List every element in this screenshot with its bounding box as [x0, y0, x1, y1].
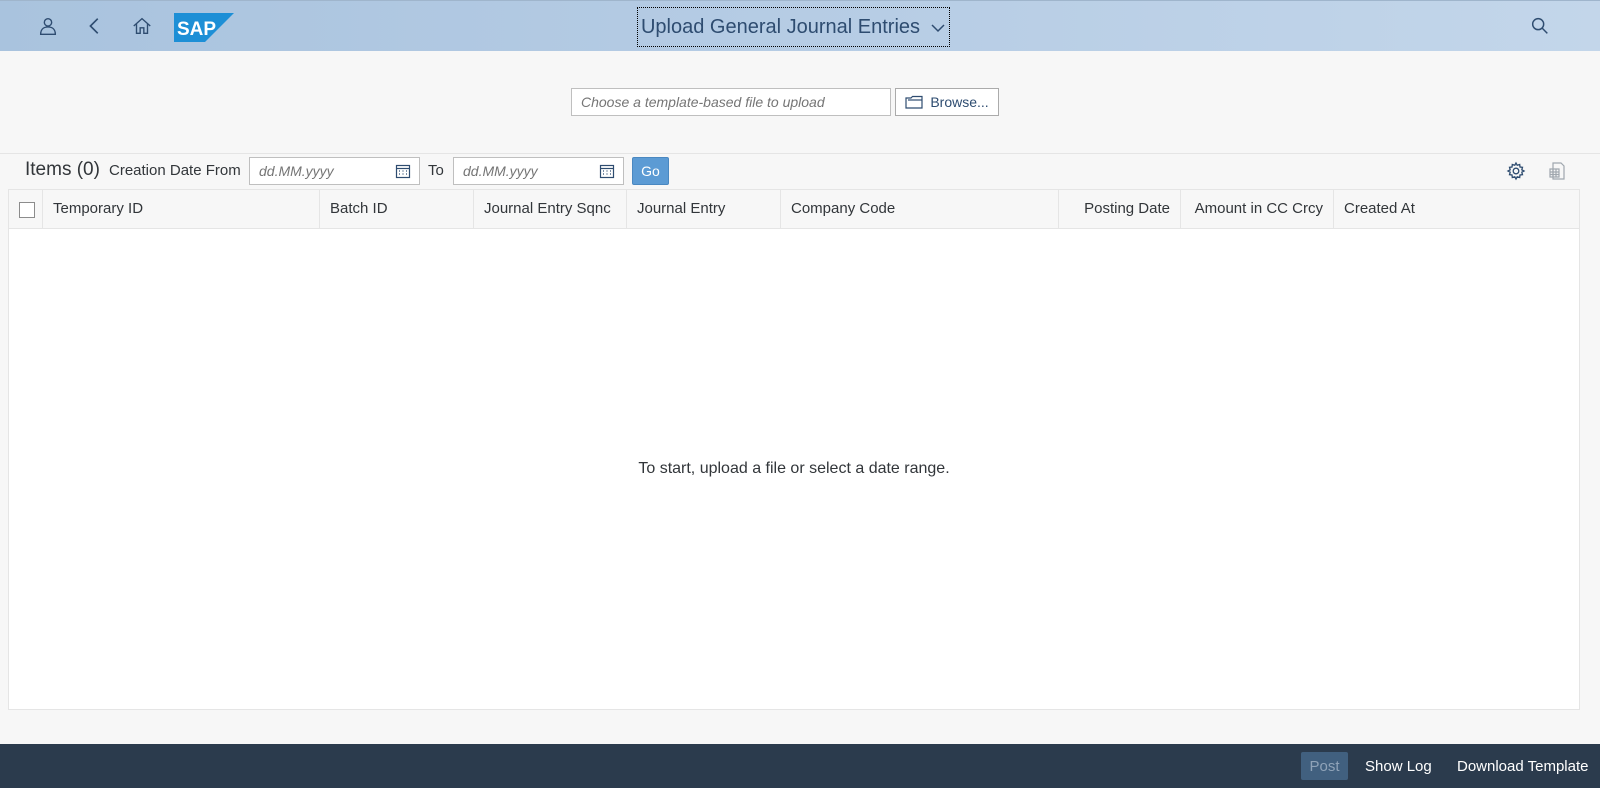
home-icon[interactable]: [126, 10, 158, 42]
column-header[interactable]: Posting Date: [1059, 190, 1181, 229]
folder-icon: [905, 95, 923, 109]
upload-area: Browse...: [0, 51, 1600, 154]
sap-logo-text: SAP: [177, 19, 216, 40]
calendar-icon[interactable]: [395, 163, 411, 179]
show-log-button[interactable]: Show Log: [1356, 752, 1441, 780]
column-header[interactable]: Batch ID: [320, 190, 474, 229]
column-header[interactable]: Journal Entry: [627, 190, 781, 229]
column-header[interactable]: Journal Entry Sqnc: [474, 190, 627, 229]
empty-table-message: To start, upload a file or select a date…: [638, 460, 950, 477]
creation-date-from-label: Creation Date From: [109, 162, 241, 179]
date-to-input[interactable]: [454, 158, 589, 184]
table-header: Temporary ID Batch ID Journal Entry Sqnc…: [9, 190, 1579, 229]
select-all-checkbox[interactable]: [19, 202, 35, 218]
search-icon[interactable]: [1524, 10, 1556, 42]
column-header[interactable]: Temporary ID: [43, 190, 320, 229]
shell-header: SAP Upload General Journal Entries: [0, 0, 1600, 51]
go-button[interactable]: Go: [632, 157, 669, 185]
app-title-menu-button[interactable]: Upload General Journal Entries: [637, 7, 950, 47]
back-icon[interactable]: [79, 10, 111, 42]
file-upload-input[interactable]: [571, 88, 891, 116]
app-title: Upload General Journal Entries: [640, 15, 921, 38]
settings-gear-icon[interactable]: [1506, 161, 1528, 183]
date-from-field[interactable]: [249, 157, 420, 185]
date-to-field[interactable]: [453, 157, 624, 185]
post-button[interactable]: Post: [1301, 752, 1348, 780]
items-table: Temporary ID Batch ID Journal Entry Sqnc…: [8, 189, 1580, 710]
calendar-icon[interactable]: [599, 163, 615, 179]
select-all-column: [9, 190, 43, 229]
items-title: Items (0): [25, 159, 100, 180]
download-template-button[interactable]: Download Template: [1448, 752, 1597, 780]
sap-logo[interactable]: SAP: [174, 13, 234, 42]
column-header[interactable]: Created At: [1334, 190, 1579, 229]
user-icon[interactable]: [32, 10, 64, 42]
creation-date-to-label: To: [428, 162, 444, 179]
date-from-input[interactable]: [250, 158, 385, 184]
browse-label: Browse...: [930, 94, 989, 110]
column-header[interactable]: Amount in CC Crcy: [1181, 190, 1334, 229]
column-header[interactable]: Company Code: [781, 190, 1059, 229]
chevron-down-icon: [931, 24, 945, 33]
browse-button[interactable]: Browse...: [895, 88, 999, 116]
footer-toolbar: Post Show Log Download Template: [0, 744, 1600, 788]
export-spreadsheet-icon: [1548, 161, 1570, 183]
